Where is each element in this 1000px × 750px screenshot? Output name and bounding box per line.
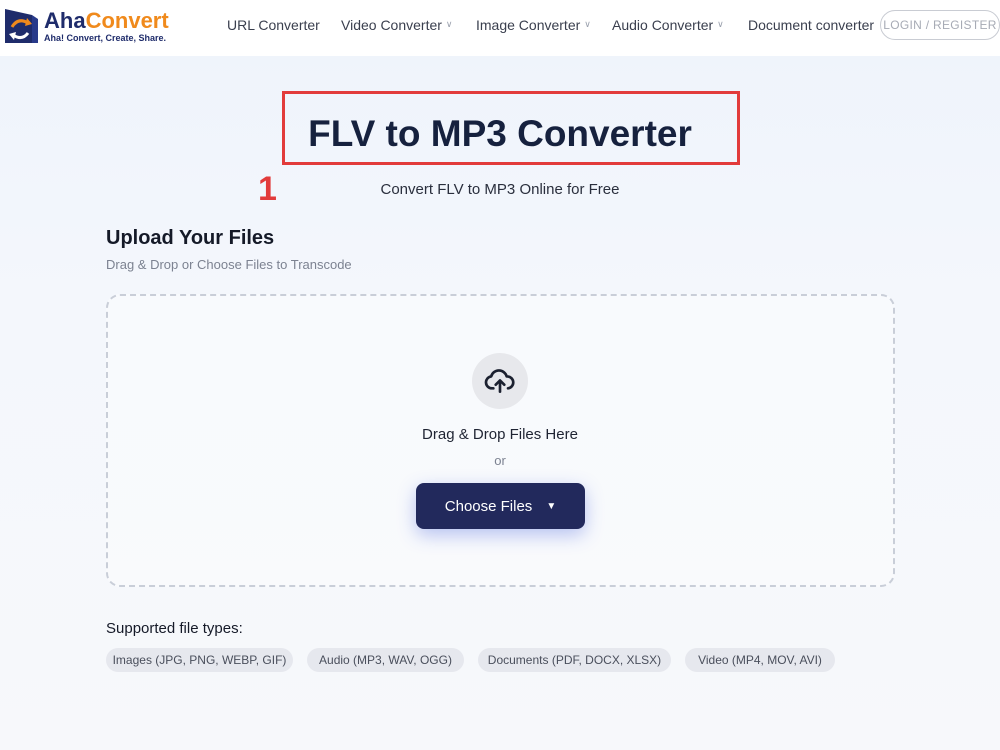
chevron-down-icon: ∨ bbox=[584, 18, 591, 29]
choose-files-label: Choose Files bbox=[444, 497, 533, 515]
logo-mark-icon bbox=[2, 7, 40, 45]
top-header: AhaConvert Aha! Convert, Create, Share. … bbox=[0, 0, 1000, 56]
chip-images: Images (JPG, PNG, WEBP, GIF) bbox=[106, 648, 293, 672]
login-register-button[interactable]: LOGIN / REGISTER bbox=[880, 10, 1000, 40]
page-title: FLV to MP3 Converter bbox=[308, 113, 692, 154]
nav-audio-converter[interactable]: Audio Converter ∨ bbox=[612, 17, 724, 33]
or-separator: or bbox=[494, 453, 506, 468]
annotation-number: 1 bbox=[258, 170, 277, 208]
logo-name: AhaConvert bbox=[44, 7, 169, 33]
nav-image-converter[interactable]: Image Converter ∨ bbox=[476, 17, 591, 33]
logo[interactable]: AhaConvert Aha! Convert, Create, Share. bbox=[2, 4, 182, 48]
nav-url-converter[interactable]: URL Converter bbox=[227, 17, 320, 33]
cloud-upload-icon bbox=[472, 353, 528, 409]
supported-types-label: Supported file types: bbox=[106, 620, 243, 637]
chip-audio: Audio (MP3, WAV, OGG) bbox=[307, 648, 464, 672]
dropdown-caret-icon: ▼ bbox=[546, 500, 557, 512]
chevron-down-icon: ∨ bbox=[717, 18, 724, 29]
chip-video: Video (MP4, MOV, AVI) bbox=[685, 648, 835, 672]
drop-files-text: Drag & Drop Files Here bbox=[422, 426, 578, 443]
upload-subtitle: Drag & Drop or Choose Files to Transcode bbox=[106, 257, 352, 272]
choose-files-button[interactable]: Choose Files ▼ bbox=[416, 483, 585, 529]
page-subtitle: Convert FLV to MP3 Online for Free bbox=[380, 181, 620, 198]
logo-tagline: Aha! Convert, Create, Share. bbox=[44, 32, 167, 43]
chevron-down-icon: ∨ bbox=[445, 18, 453, 29]
nav-video-converter[interactable]: Video Converter ∨ bbox=[341, 17, 453, 33]
nav-document-converter[interactable]: Document converter bbox=[748, 17, 874, 33]
upload-title: Upload Your Files bbox=[106, 227, 275, 249]
chip-documents: Documents (PDF, DOCX, XLSX) bbox=[478, 648, 671, 672]
